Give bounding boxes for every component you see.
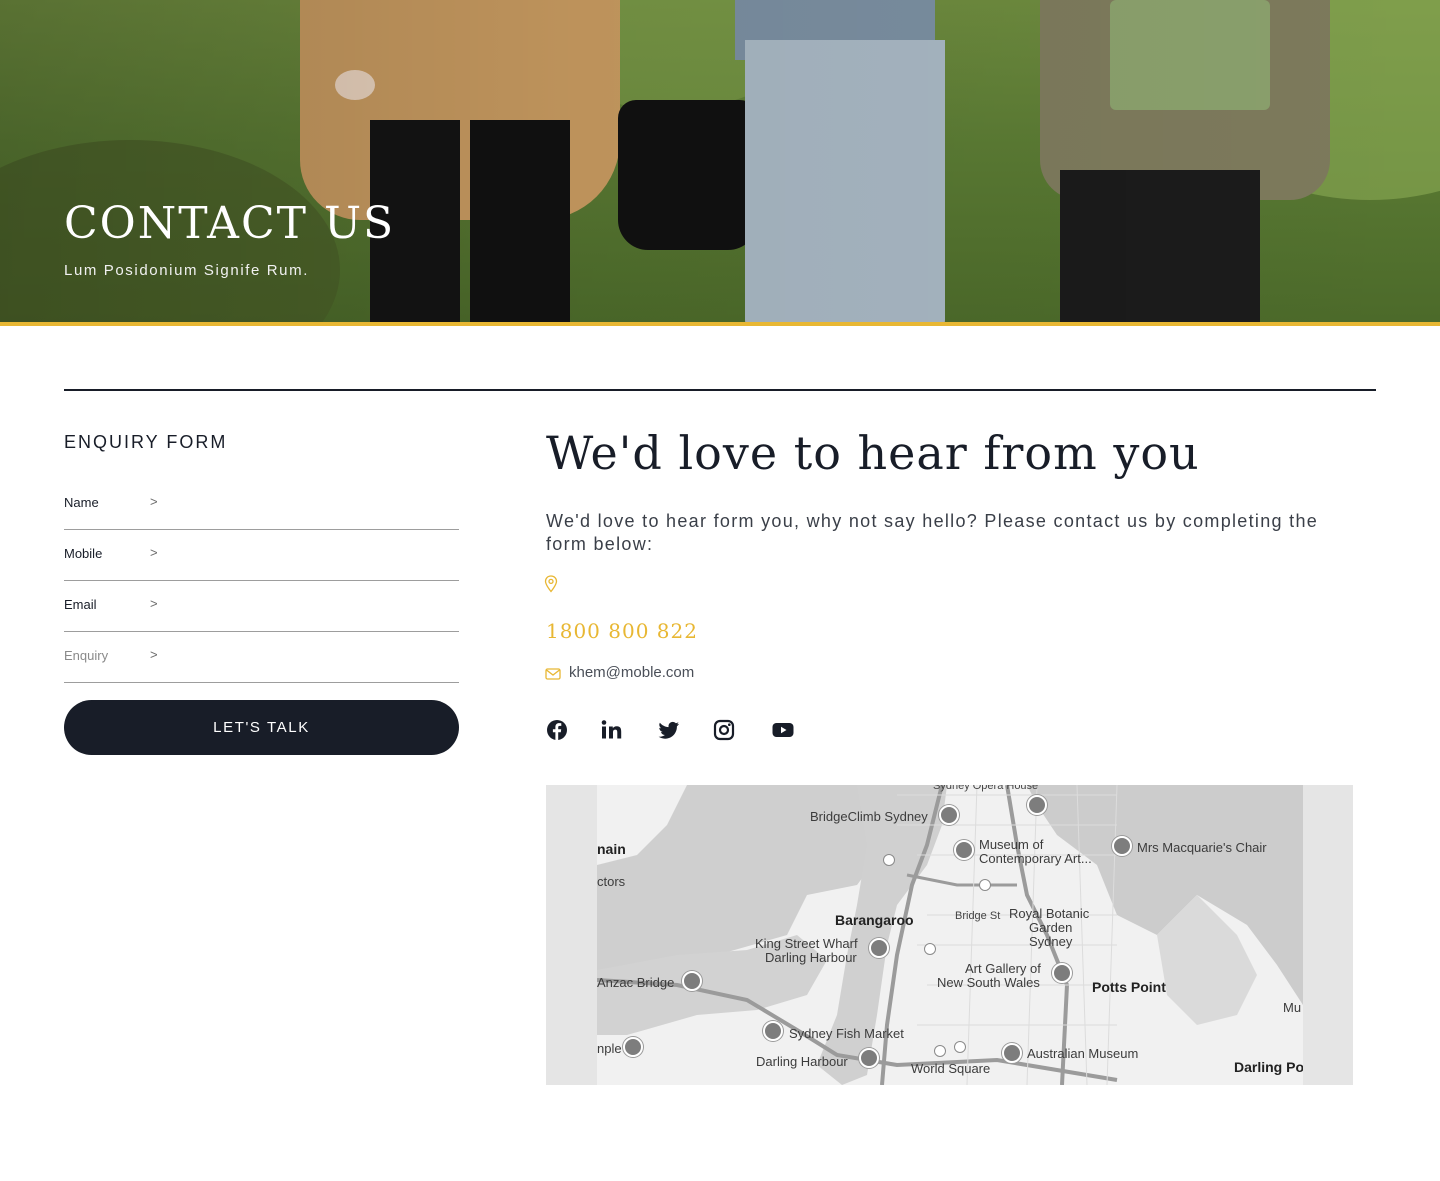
map-label: Potts Point xyxy=(1092,979,1166,995)
enquiry-input[interactable] xyxy=(168,640,458,674)
shopping-marker-icon[interactable] xyxy=(763,1021,783,1041)
museum-marker-icon[interactable] xyxy=(954,840,974,860)
form-title: ENQUIRY FORM xyxy=(64,432,228,452)
museum-marker-icon[interactable] xyxy=(1002,1043,1022,1063)
facebook-icon[interactable] xyxy=(545,718,569,742)
map-label: World Square xyxy=(911,1061,991,1076)
train-marker-icon xyxy=(924,943,936,955)
email-label: Email xyxy=(64,597,97,612)
phone-link[interactable]: 1800 800 822 xyxy=(546,619,698,643)
bridge-marker-icon[interactable] xyxy=(682,971,702,991)
landmark-marker-icon[interactable] xyxy=(1112,836,1132,856)
twitter-icon[interactable] xyxy=(657,718,681,742)
map-water-land xyxy=(597,785,1303,1085)
page-subtitle: Lum Posidonium Signife Rum. xyxy=(64,262,309,279)
name-label: Name xyxy=(64,495,99,510)
map-label: nain xyxy=(597,841,626,857)
mobile-field: Mobile > xyxy=(64,530,459,581)
chevron-right-icon: > xyxy=(150,647,158,662)
map-label: Sydney Opera House xyxy=(933,785,1039,792)
map-label: Garden xyxy=(1029,920,1073,935)
map-label: Sydney Fish Market xyxy=(789,1026,904,1041)
metro-marker-icon xyxy=(954,1041,966,1053)
location-pin-icon xyxy=(544,575,558,593)
email-field: Email > xyxy=(64,581,459,632)
contact-heading: We'd love to hear from you xyxy=(546,426,1200,480)
map-label: King Street Wharf xyxy=(755,936,858,951)
map-label: Royal Botanic xyxy=(1009,906,1090,921)
map-label: Sydney xyxy=(1029,934,1073,949)
camera-marker-icon[interactable] xyxy=(939,805,959,825)
train-marker-icon xyxy=(979,879,991,891)
map-label: Barangaroo xyxy=(835,912,914,928)
lets-talk-button[interactable]: LET'S TALK xyxy=(64,700,459,755)
metro-marker-icon xyxy=(883,854,895,866)
map-label: Darling Po xyxy=(1234,1059,1303,1075)
email-link[interactable]: khem@moble.com xyxy=(569,664,694,681)
gallery-marker-icon[interactable] xyxy=(1052,963,1072,983)
map-label: Bridge St xyxy=(955,910,1001,922)
name-input[interactable] xyxy=(168,487,458,521)
map-label: Anzac Bridge xyxy=(597,975,675,990)
hero-banner: CONTACT US Lum Posidonium Signife Rum. xyxy=(0,0,1440,322)
map-tiles[interactable]: Sydney Opera House BridgeClimb Sydney Mu… xyxy=(597,785,1303,1085)
chevron-right-icon: > xyxy=(150,596,158,611)
section-divider xyxy=(64,389,1376,391)
linkedin-icon[interactable] xyxy=(600,718,624,742)
map-label: ctors xyxy=(597,874,626,889)
chevron-right-icon: > xyxy=(150,494,158,509)
temple-marker-icon[interactable] xyxy=(623,1037,643,1057)
enquiry-label: Enquiry xyxy=(64,648,109,663)
hero-accent-line xyxy=(0,322,1440,326)
theatre-marker-icon[interactable] xyxy=(1027,795,1047,815)
map-label: Darling Harbour xyxy=(765,950,857,965)
mobile-input[interactable] xyxy=(168,538,458,572)
train-marker-icon xyxy=(934,1045,946,1057)
location-map[interactable]: Sydney Opera House BridgeClimb Sydney Mu… xyxy=(546,785,1353,1085)
youtube-icon[interactable] xyxy=(771,718,795,742)
map-label: nple xyxy=(597,1041,622,1056)
map-label: Darling Harbour xyxy=(756,1054,848,1069)
camera-marker-icon[interactable] xyxy=(869,938,889,958)
name-field: Name > xyxy=(64,479,459,530)
chevron-right-icon: > xyxy=(150,545,158,560)
envelope-icon xyxy=(545,668,561,680)
camera-marker-icon[interactable] xyxy=(859,1048,879,1068)
map-label: Mrs Macquarie's Chair xyxy=(1137,840,1267,855)
map-label: BridgeClimb Sydney xyxy=(810,809,928,824)
map-label: Mu xyxy=(1283,1000,1302,1015)
map-label: Art Gallery of xyxy=(965,961,1041,976)
map-label: Museum of xyxy=(979,837,1044,852)
page-title: CONTACT US xyxy=(64,198,396,249)
instagram-icon[interactable] xyxy=(712,718,736,742)
email-input[interactable] xyxy=(168,589,458,623)
map-label: New South Wales xyxy=(937,975,1040,990)
contact-intro: We'd love to hear form you, why not say … xyxy=(546,511,1319,554)
mobile-label: Mobile xyxy=(64,546,103,561)
map-label: Contemporary Art... xyxy=(979,851,1092,866)
enquiry-field: Enquiry > xyxy=(64,632,459,683)
map-label: Australian Museum xyxy=(1027,1046,1139,1061)
